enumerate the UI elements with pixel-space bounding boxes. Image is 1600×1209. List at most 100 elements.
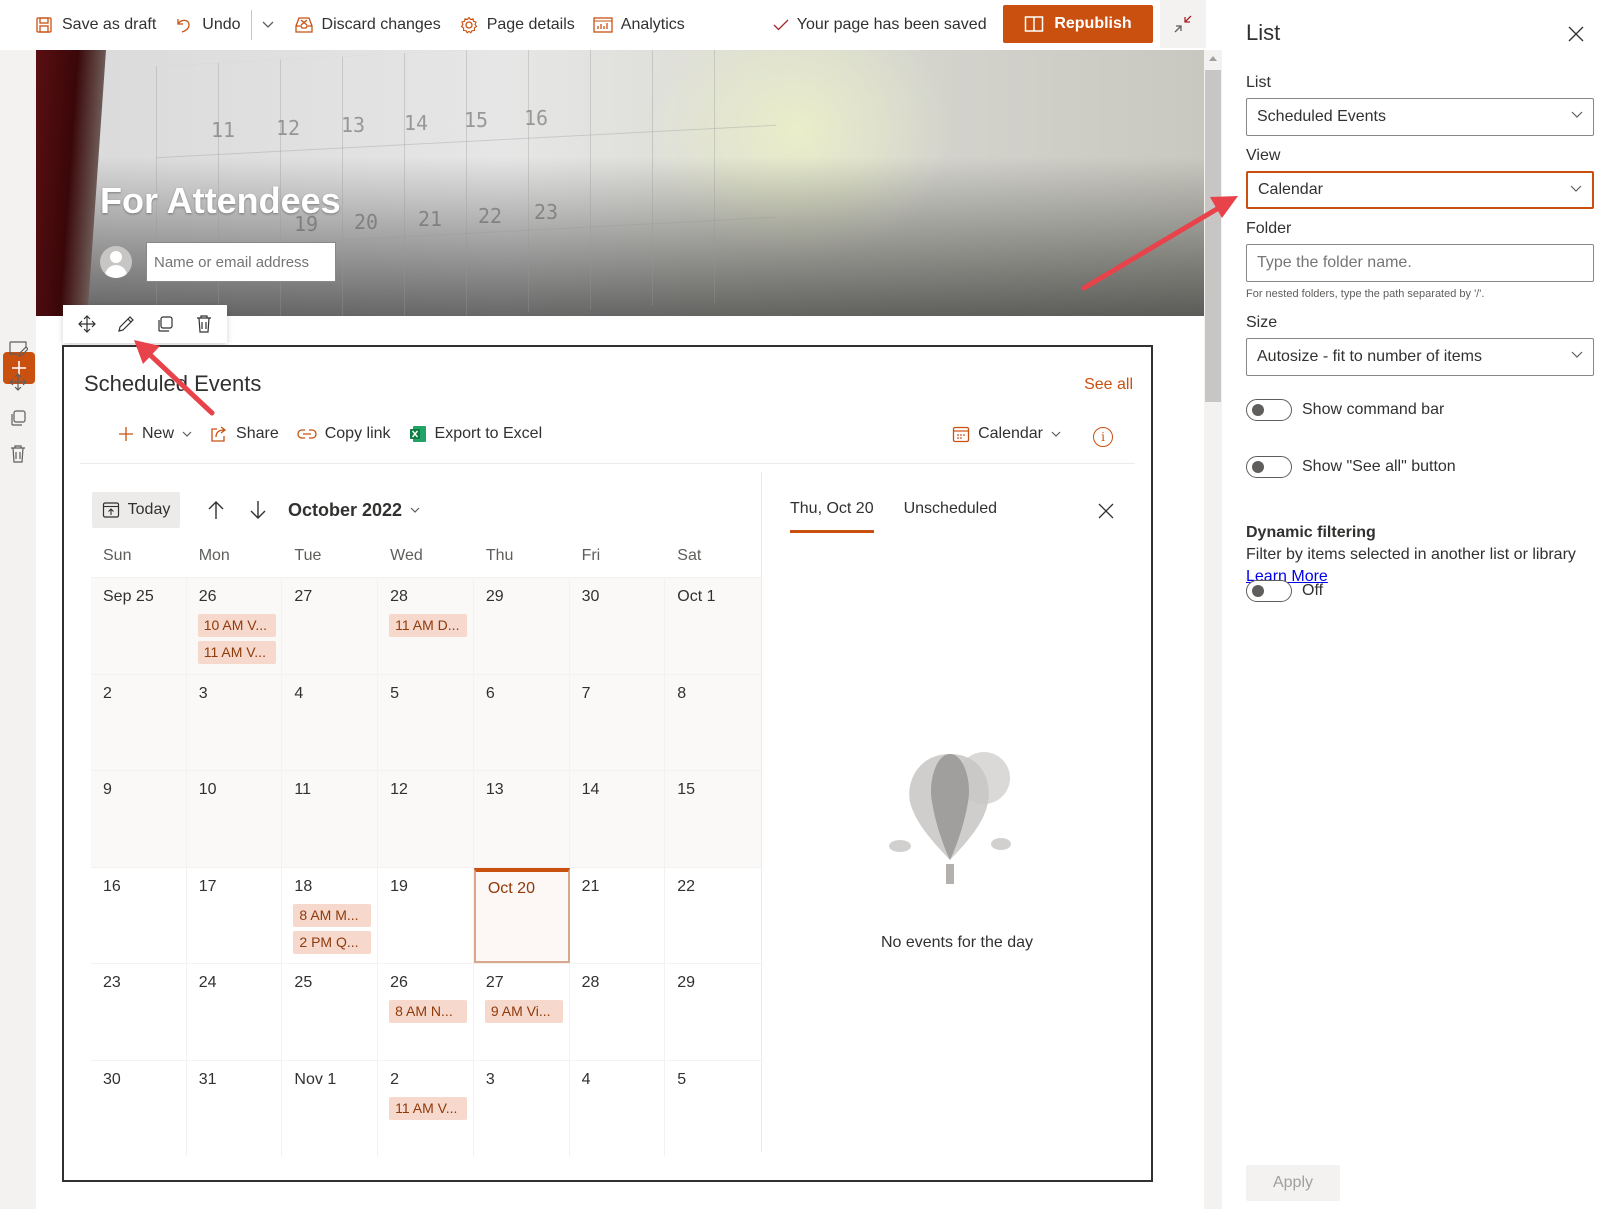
calendar-day[interactable]: 4 [570, 1060, 666, 1156]
calendar-event[interactable]: 10 AM V... [197, 614, 276, 637]
calendar-day[interactable]: 8 [665, 674, 761, 770]
empty-state-message: No events for the day [880, 934, 1034, 951]
month-picker[interactable]: October 2022 [288, 500, 420, 521]
undo-button[interactable]: Undo [174, 15, 241, 35]
webpart-title[interactable]: Scheduled Events [84, 371, 261, 397]
calendar-day[interactable]: 26 10 AM V... 11 AM V... [186, 578, 283, 674]
close-pane-button[interactable] [1568, 26, 1586, 44]
apply-button[interactable]: Apply [1246, 1165, 1340, 1201]
calendar-day[interactable]: 31 [187, 1060, 283, 1156]
page-details-button[interactable]: Page details [459, 15, 575, 35]
calendar-day[interactable]: 28 [570, 964, 666, 1060]
calendar-event[interactable]: 11 AM D... [389, 614, 468, 637]
calendar-day[interactable]: 3 [186, 674, 283, 770]
copy-link-button[interactable]: Copy link [297, 425, 391, 443]
calendar-day[interactable]: Sep 25 [91, 578, 187, 674]
move-webpart-button[interactable] [72, 309, 102, 339]
calendar-day[interactable]: 2 11 AM V... [378, 1060, 474, 1156]
close-day-panel-button[interactable] [1097, 502, 1117, 522]
calendar-day[interactable]: 30 [91, 1060, 187, 1156]
page-scrollbar[interactable] [1204, 50, 1222, 1209]
calendar-day[interactable]: 26 8 AM N... [378, 964, 474, 1060]
calendar-day[interactable]: 12 [378, 771, 474, 867]
calendar-day[interactable]: Nov 1 [282, 1060, 379, 1156]
edit-webpart-button[interactable] [111, 309, 141, 339]
today-button[interactable]: Today [92, 492, 180, 528]
calendar-event[interactable]: 11 AM V... [389, 1096, 468, 1120]
calendar-day[interactable]: 13 [473, 771, 570, 867]
calendar-day[interactable]: 18 8 AM M... 2 PM Q... [282, 867, 379, 963]
calendar-day[interactable]: 17 [187, 867, 283, 963]
calendar-day[interactable]: 19 [378, 867, 474, 963]
calendar-day[interactable]: 27 9 AM Vi... [474, 964, 570, 1060]
dynamic-filtering-toggle[interactable]: Off [1246, 580, 1323, 602]
calendar-event[interactable]: 9 AM Vi... [484, 1000, 563, 1023]
calendar-day[interactable]: 4 [282, 674, 379, 770]
calendar-day[interactable]: 16 [91, 867, 187, 963]
toggle-switch[interactable] [1246, 580, 1292, 602]
info-icon[interactable]: i [1093, 427, 1113, 447]
save-as-draft-button[interactable]: Save as draft [34, 15, 156, 35]
previous-month-button[interactable] [200, 494, 232, 526]
calendar-day[interactable]: 15 [665, 771, 761, 867]
delete-section-button[interactable] [6, 442, 30, 466]
show-see-all-toggle[interactable]: Show "See all" button [1246, 456, 1456, 478]
calendar-day[interactable]: 3 [474, 1060, 570, 1156]
tab-unscheduled[interactable]: Unscheduled [904, 500, 997, 533]
list-dropdown[interactable]: Scheduled Events [1246, 98, 1594, 136]
calendar-day[interactable]: 11 [282, 771, 379, 867]
calendar-event[interactable]: 11 AM V... [197, 641, 276, 664]
calendar-day[interactable]: 30 [569, 578, 666, 674]
calendar-day[interactable]: 14 [569, 771, 666, 867]
delete-webpart-button[interactable] [189, 309, 219, 339]
calendar-day-today[interactable]: Oct 20 [473, 867, 570, 963]
calendar-event[interactable]: 2 PM Q... [293, 930, 372, 954]
size-dropdown[interactable]: Autosize - fit to number of items [1246, 338, 1594, 376]
calendar-day[interactable]: 7 [569, 674, 666, 770]
calendar-day[interactable]: 6 [473, 674, 570, 770]
calendar-day[interactable]: 5 [378, 674, 474, 770]
calendar-day[interactable]: 24 [187, 964, 283, 1060]
undo-dropdown-button[interactable] [262, 21, 274, 29]
calendar-day[interactable]: 29 [665, 964, 761, 1060]
calendar-event[interactable]: 8 AM M... [293, 903, 372, 927]
export-to-excel-button[interactable]: Export to Excel [409, 425, 542, 443]
share-button[interactable]: Share [210, 425, 279, 443]
move-section-button[interactable] [6, 370, 30, 394]
show-command-bar-toggle[interactable]: Show command bar [1246, 399, 1444, 421]
toggle-switch[interactable] [1246, 456, 1292, 478]
calendar-event[interactable]: 8 AM N... [389, 1000, 468, 1023]
calendar-day[interactable]: 29 [473, 578, 570, 674]
view-dropdown[interactable]: Calendar [1246, 171, 1594, 209]
republish-button[interactable]: Republish [1003, 5, 1153, 43]
calendar-day[interactable]: 23 [91, 964, 187, 1060]
calendar-day[interactable]: 2 [91, 674, 187, 770]
calendar-day[interactable]: 10 [186, 771, 283, 867]
view-selector[interactable]: Calendar [952, 425, 1061, 443]
calendar-day[interactable]: 28 11 AM D... [378, 578, 474, 674]
folder-input[interactable] [1246, 244, 1594, 282]
discard-changes-button[interactable]: Discard changes [294, 15, 441, 35]
calendar-day[interactable]: 22 [665, 868, 761, 964]
see-all-link[interactable]: See all [1084, 376, 1133, 394]
day-detail-panel: Thu, Oct 20 Unscheduled No events for th… [761, 472, 1151, 1152]
analytics-button[interactable]: Analytics [593, 15, 685, 35]
tab-selected-day[interactable]: Thu, Oct 20 [790, 500, 874, 533]
author-input[interactable] [146, 242, 336, 282]
next-month-button[interactable] [242, 494, 274, 526]
page-title[interactable]: For Attendees [100, 180, 341, 222]
edit-section-button[interactable] [6, 337, 30, 361]
scrollbar-thumb[interactable] [1205, 70, 1221, 402]
calendar-day[interactable]: 25 [282, 964, 379, 1060]
duplicate-webpart-button[interactable] [150, 309, 180, 339]
calendar-day[interactable]: 27 [282, 578, 379, 674]
duplicate-section-button[interactable] [6, 406, 30, 430]
calendar-day[interactable]: 9 [91, 771, 187, 867]
calendar-day[interactable]: Oct 1 [665, 578, 761, 674]
calendar-day[interactable]: 21 [570, 867, 666, 963]
collapse-button[interactable] [1160, 0, 1206, 48]
scroll-up-arrow[interactable] [1209, 56, 1217, 61]
calendar-day[interactable]: 5 [665, 1061, 761, 1157]
toggle-switch[interactable] [1246, 399, 1292, 421]
new-button[interactable]: New [118, 425, 192, 443]
